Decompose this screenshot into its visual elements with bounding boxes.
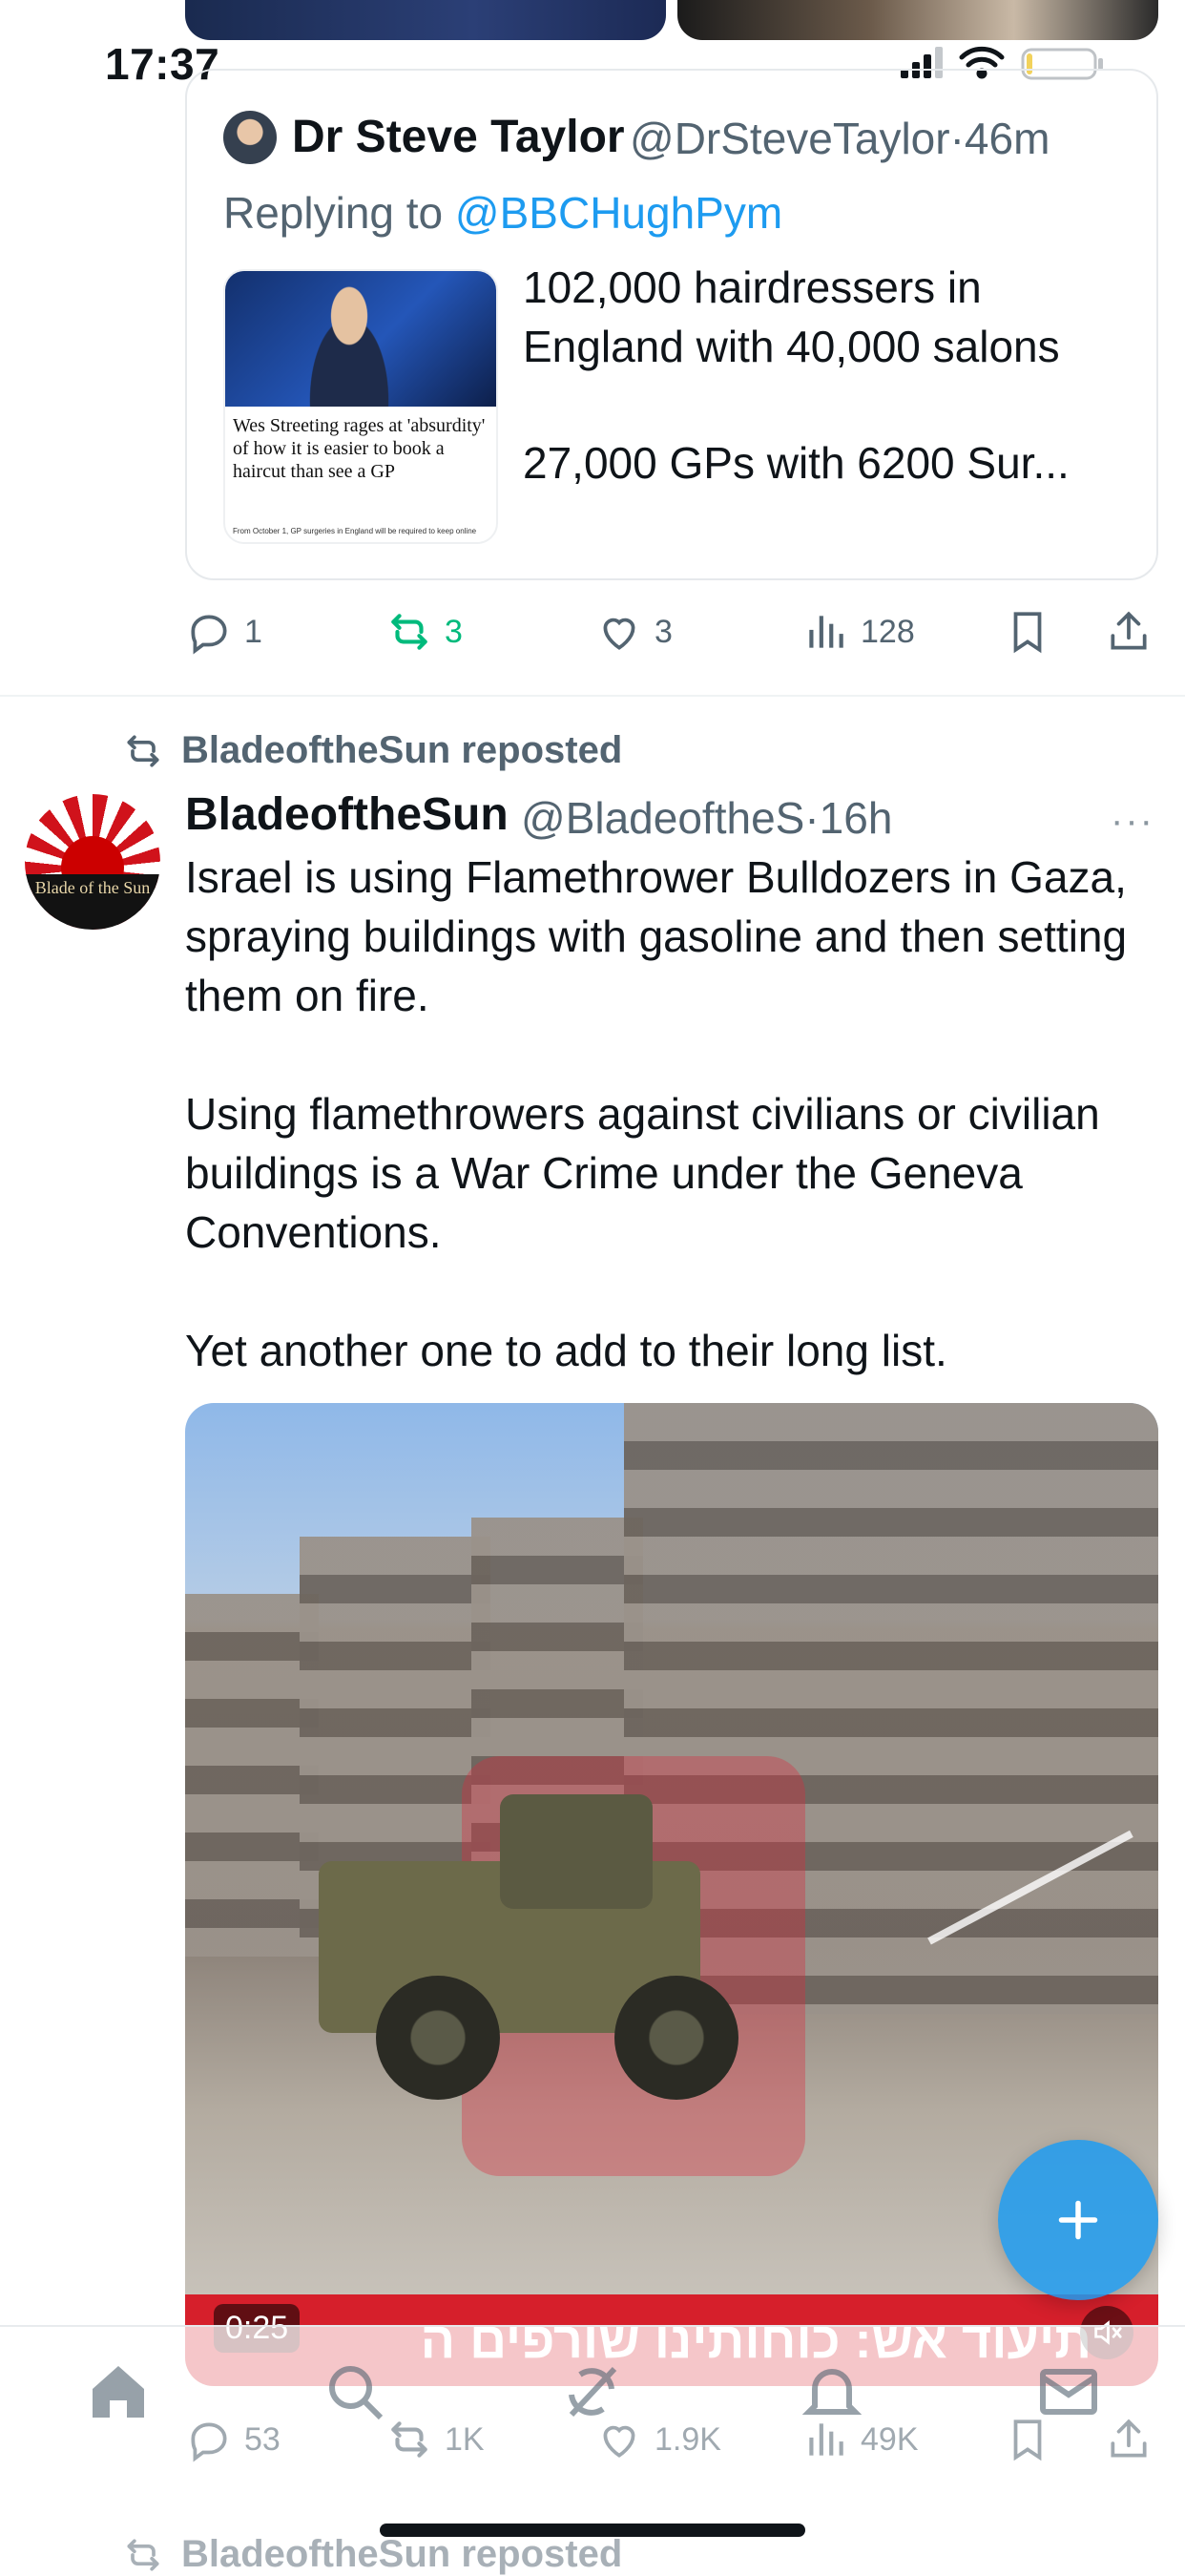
author-avatar[interactable]: Blade of the Sun <box>25 794 160 930</box>
thumbnail-caption: From October 1, GP surgeries in England … <box>233 527 477 535</box>
avatar-logo-text: Blade of the Sun <box>34 878 151 897</box>
tweet-text: Israel is using Flamethrower Bulldozers … <box>185 848 1168 1439</box>
previous-media-right[interactable] <box>677 0 1158 40</box>
quoted-thumbnail[interactable]: Wes Streeting rages at 'absurdity' of ho… <box>223 269 498 544</box>
reply-button[interactable]: 53 <box>185 2411 281 2468</box>
quoted-handle-text: @DrSteveTaylor <box>630 114 950 163</box>
views-button[interactable]: 128 <box>801 603 915 660</box>
search-icon <box>329 2366 384 2420</box>
next-repost-label: BladeoftheSun reposted <box>181 2533 623 2575</box>
reply-button[interactable]: 1 <box>185 603 262 660</box>
quoted-author-handle: @DrSteveTaylor·46m <box>630 113 1050 164</box>
share-icon <box>1111 611 1147 650</box>
repost-count: 3 <box>445 613 463 650</box>
quoted-time: 46m <box>964 114 1050 163</box>
thumbnail-person <box>292 281 406 407</box>
repost-button[interactable]: 1K <box>385 2411 485 2468</box>
bookmark-icon <box>1013 612 1042 654</box>
building <box>185 1594 319 1957</box>
reply-icon <box>191 615 227 655</box>
like-button[interactable]: 3 <box>595 603 673 660</box>
quoted-author-name[interactable]: Dr Steve Taylor <box>292 111 625 163</box>
plus-icon <box>1058 2200 1098 2240</box>
replying-to-line: Replying to @BBCHughPym <box>223 187 782 239</box>
author-handle-line: @BladeoftheS·16h <box>521 792 892 844</box>
author-handle: @BladeoftheS <box>521 793 805 843</box>
dot-separator: · <box>949 114 965 163</box>
repost-icon <box>391 2421 427 2458</box>
bulldozer-cab <box>500 1794 653 1909</box>
home-indicator[interactable] <box>380 2524 805 2537</box>
heart-icon <box>603 618 635 650</box>
nav-messages[interactable] <box>1034 2357 1103 2426</box>
nav-home[interactable] <box>84 2357 153 2426</box>
nav-grok[interactable] <box>557 2357 626 2426</box>
quoted-action-bar: 1 3 3 128 <box>185 603 1162 660</box>
author-name[interactable]: BladeoftheSun <box>185 788 509 841</box>
tweet-paragraph: Israel is using Flamethrower Bulldozers … <box>185 852 1128 1020</box>
repost-indicator[interactable]: BladeoftheSun reposted <box>122 729 622 772</box>
quoted-text-line1: 102,000 hairdressers in England with 40,… <box>523 262 1060 371</box>
reply-icon <box>191 2422 227 2462</box>
tweet-time: 16h <box>819 793 893 843</box>
nav-search[interactable] <box>321 2357 389 2426</box>
views-count: 128 <box>861 613 915 650</box>
quoted-text-line2: 27,000 GPs with 6200 Sur... <box>523 438 1070 488</box>
bulldozer-wheel <box>376 1976 500 2100</box>
like-count: 3 <box>655 613 673 650</box>
home-icon <box>93 2366 144 2418</box>
tweet-paragraph: Using flamethrowers against civilians or… <box>185 1089 1100 1257</box>
tweet-paragraph: Yet another one to add to their long lis… <box>185 1326 947 1375</box>
reply-count: 53 <box>244 2420 281 2458</box>
repost-label: BladeoftheSun reposted <box>181 729 623 771</box>
tweet-divider <box>0 695 1185 697</box>
previous-media-left[interactable] <box>185 0 666 40</box>
reply-count: 1 <box>244 613 262 650</box>
repost-button[interactable]: 3 <box>385 603 463 660</box>
nav-notifications[interactable] <box>798 2357 866 2426</box>
views-count: 49K <box>861 2420 919 2458</box>
share-button[interactable] <box>1105 2411 1164 2468</box>
repost-icon <box>391 614 427 650</box>
dot-separator: · <box>804 793 820 843</box>
views-icon <box>809 616 843 648</box>
compose-button[interactable] <box>998 2140 1158 2300</box>
more-options-icon[interactable]: ··· <box>1111 800 1154 843</box>
repost-small-icon <box>127 735 159 766</box>
quoted-author-avatar[interactable] <box>223 111 277 164</box>
next-repost-indicator[interactable]: BladeoftheSun reposted <box>122 2533 622 2576</box>
bookmark-button[interactable] <box>1004 603 1063 660</box>
bell-icon <box>801 2369 863 2415</box>
grok-icon <box>569 2366 617 2418</box>
share-icon <box>1111 2419 1147 2458</box>
repost-count: 1K <box>445 2420 485 2458</box>
repost-small-icon <box>127 2539 159 2570</box>
share-button[interactable] <box>1105 603 1164 660</box>
like-count: 1.9K <box>655 2420 721 2458</box>
bulldozer-wheel <box>614 1976 738 2100</box>
replying-prefix: Replying to <box>223 188 444 238</box>
envelope-icon <box>1040 2369 1097 2415</box>
quoted-tweet-text: 102,000 hairdressers in England with 40,… <box>523 258 1133 492</box>
thumbnail-headline: Wes Streeting rages at 'absurdity' of ho… <box>233 415 486 482</box>
replying-to-link[interactable]: @BBCHughPym <box>455 188 782 238</box>
